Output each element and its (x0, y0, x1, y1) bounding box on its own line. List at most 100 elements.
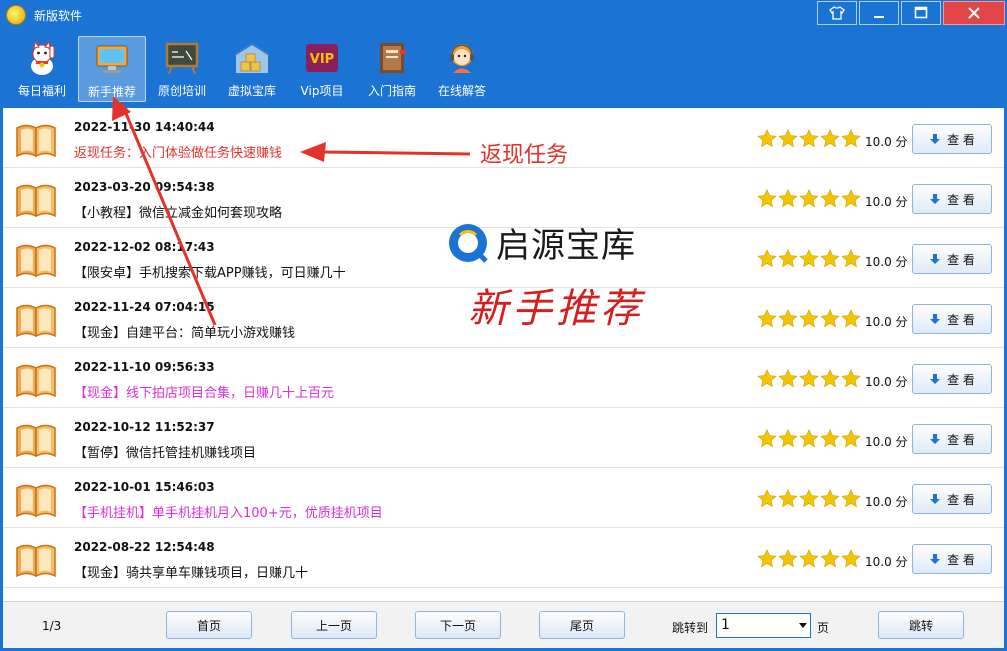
rating-stars (757, 249, 861, 268)
star-icon (757, 489, 777, 508)
tool-getting-started[interactable]: 入门指南 (358, 36, 426, 102)
star-icon (841, 429, 861, 448)
star-icon (820, 549, 840, 568)
book-icon (16, 124, 56, 158)
article-list: 2022-11-30 14:40:44 返现任务：入门体验做任务快速赚钱 10.0 … (3, 108, 1004, 601)
watermark-subtitle: 新手推荐 (468, 286, 644, 332)
tool-label: 在线解答 (437, 84, 486, 98)
star-icon (757, 549, 777, 568)
star-icon (841, 129, 861, 148)
view-button[interactable]: 查 看 (912, 304, 992, 334)
book-icon (16, 544, 56, 578)
download-arrow-icon (930, 134, 941, 144)
close-button[interactable] (943, 1, 1005, 25)
list-item[interactable]: 2022-10-12 11:52:37 【暂停】微信托管挂机赚钱项目 10.0 分 查… (3, 408, 1004, 468)
tool-label: 新手推荐 (87, 85, 136, 99)
item-title[interactable]: 【现金】骑共享单车赚钱项目，日赚几十 (74, 562, 308, 581)
view-button[interactable]: 查 看 (912, 364, 992, 394)
window-controls (815, 1, 1005, 25)
item-title[interactable]: 返现任务：入门体验做任务快速赚钱 (74, 142, 282, 161)
prev-page-button[interactable]: 上一页 (291, 611, 377, 639)
item-title[interactable]: 【暂停】微信托管挂机赚钱项目 (74, 442, 256, 461)
list-item[interactable]: 2022-11-10 09:56:33 【现金】线下拍店项目合集，日赚几十上百元 1… (3, 348, 1004, 408)
app-logo-icon (6, 5, 26, 25)
page-select-value: 1 (721, 617, 730, 633)
view-button-label: 查 看 (947, 432, 975, 447)
item-date: 2022-12-02 08:17:43 (74, 240, 215, 254)
star-icon (820, 429, 840, 448)
view-button[interactable]: 查 看 (912, 124, 992, 154)
view-button[interactable]: 查 看 (912, 424, 992, 454)
star-icon (778, 249, 798, 268)
minimize-button[interactable] (859, 1, 899, 25)
tool-label: 每日福利 (17, 84, 66, 98)
star-icon (841, 369, 861, 388)
view-button[interactable]: 查 看 (912, 184, 992, 214)
star-icon (778, 189, 798, 208)
download-arrow-icon (930, 194, 941, 204)
watermark-brand: 启源宝库 (496, 226, 636, 266)
page-select[interactable]: 1 (716, 613, 811, 638)
jump-button[interactable]: 跳转 (878, 611, 964, 639)
title-bar: 新版软件 (0, 0, 1007, 30)
star-icon (841, 549, 861, 568)
brand-logo-icon (449, 223, 488, 263)
view-button[interactable]: 查 看 (912, 244, 992, 274)
tool-online-answers[interactable]: 在线解答 (428, 36, 496, 102)
watermark: 启源宝库 (446, 218, 636, 267)
item-date: 2022-11-30 14:40:44 (74, 120, 215, 134)
list-item[interactable]: 2022-08-22 12:54:48 【现金】骑共享单车赚钱项目，日赚几十 10.… (3, 528, 1004, 588)
download-arrow-icon (930, 314, 941, 324)
star-icon (820, 369, 840, 388)
view-button-label: 查 看 (947, 552, 975, 567)
star-icon (778, 309, 798, 328)
item-score: 10.0 分 (865, 435, 908, 449)
skin-button[interactable] (817, 1, 857, 25)
view-button-label: 查 看 (947, 312, 975, 327)
tool-daily-welfare[interactable]: 每日福利 (8, 36, 76, 102)
view-button[interactable]: 查 看 (912, 484, 992, 514)
first-page-button[interactable]: 首页 (166, 611, 252, 639)
star-icon (841, 249, 861, 268)
tool-beginner-recommend[interactable]: 新手推荐 (78, 36, 146, 102)
page-unit-label: 页 (817, 621, 830, 635)
tool-virtual-vault[interactable]: 虚拟宝库 (218, 36, 286, 102)
star-icon (757, 129, 777, 148)
item-date: 2022-10-01 15:46:03 (74, 480, 215, 494)
star-icon (757, 429, 777, 448)
list-item[interactable]: 2022-10-01 15:46:03 【手机挂机】单手机挂机月入100+元，优质… (3, 468, 1004, 528)
main-toolbar: 每日福利 新手推荐 原创培训 虚拟宝库 VIP Vip项目 入门指南 在线解答 (0, 30, 1007, 104)
annotation-label: 返现任务 (480, 143, 569, 168)
tool-original-training[interactable]: 原创培训 (148, 36, 216, 102)
star-icon (820, 249, 840, 268)
blackboard-icon (165, 42, 199, 75)
item-title[interactable]: 【手机挂机】单手机挂机月入100+元，优质挂机项目 (74, 502, 383, 521)
rating-stars (757, 489, 861, 508)
item-title[interactable]: 【小教程】微信立减金如何套现攻略 (74, 202, 282, 221)
maximize-icon (914, 6, 928, 19)
download-arrow-icon (930, 554, 941, 564)
view-button[interactable]: 查 看 (912, 544, 992, 574)
book-icon (16, 184, 56, 218)
item-score: 10.0 分 (865, 375, 908, 389)
star-icon (778, 489, 798, 508)
item-title[interactable]: 【限安卓】手机搜索下载APP赚钱，可日赚几十 (74, 262, 346, 281)
download-arrow-icon (930, 494, 941, 504)
rating-stars (757, 369, 861, 388)
star-icon (799, 249, 819, 268)
view-button-label: 查 看 (947, 192, 975, 207)
item-title[interactable]: 【现金】线下拍店项目合集，日赚几十上百元 (74, 382, 334, 401)
item-title[interactable]: 【现金】自建平台：简单玩小游戏赚钱 (74, 322, 295, 341)
item-date: 2022-08-22 12:54:48 (74, 540, 215, 554)
next-page-button[interactable]: 下一页 (415, 611, 501, 639)
star-icon (820, 189, 840, 208)
svg-text:VIP: VIP (310, 52, 334, 67)
star-icon (778, 549, 798, 568)
star-icon (799, 369, 819, 388)
book-icon (16, 244, 56, 278)
tool-vip-project[interactable]: VIP Vip项目 (288, 36, 356, 102)
last-page-button[interactable]: 尾页 (539, 611, 625, 639)
download-arrow-icon (930, 434, 941, 444)
maximize-button[interactable] (901, 1, 941, 25)
close-icon (968, 7, 980, 19)
